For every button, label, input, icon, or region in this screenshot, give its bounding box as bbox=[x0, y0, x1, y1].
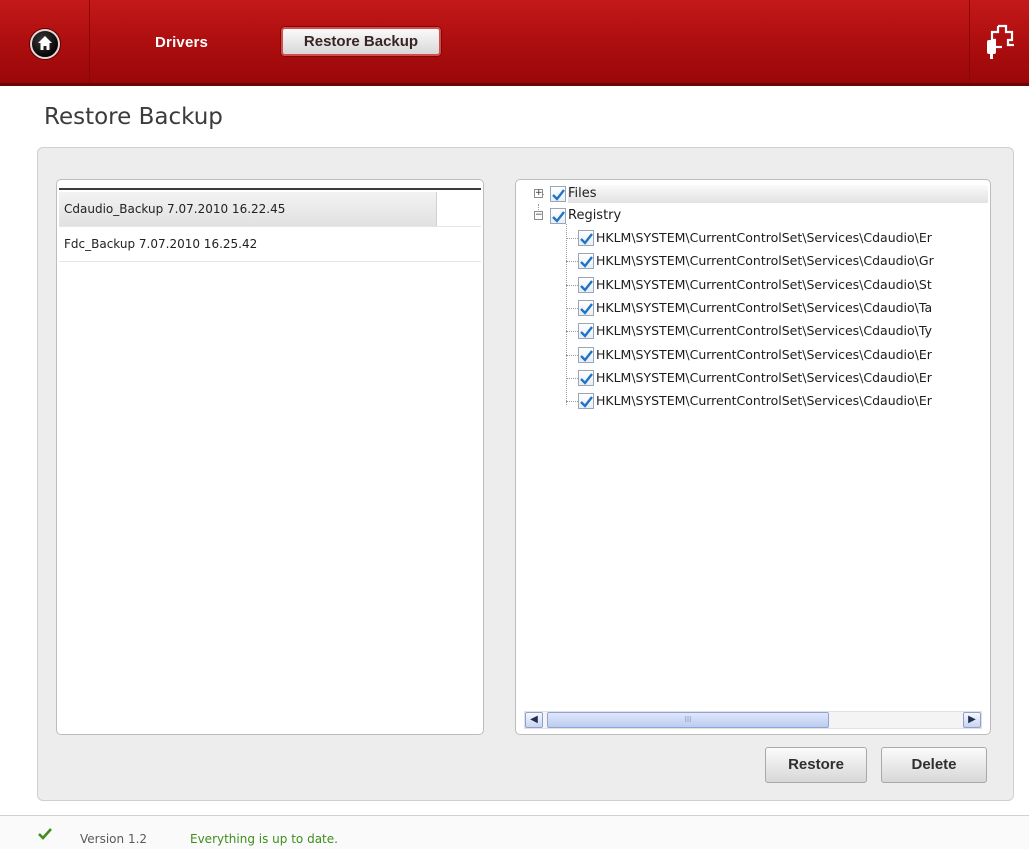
tree-connector bbox=[566, 307, 578, 309]
registry-key-checkbox[interactable] bbox=[578, 299, 594, 316]
registry-key-label: HKLM\SYSTEM\CurrentControlSet\Services\C… bbox=[596, 299, 933, 315]
tree-node-registry-key[interactable]: HKLM\SYSTEM\CurrentControlSet\Services\C… bbox=[578, 274, 988, 296]
tree-connector bbox=[566, 331, 578, 333]
tree-connector bbox=[566, 377, 578, 379]
status-message: Everything is up to date. bbox=[190, 832, 338, 846]
registry-key-label: HKLM\SYSTEM\CurrentControlSet\Services\C… bbox=[596, 369, 932, 385]
tree-connector bbox=[566, 401, 578, 403]
list-item[interactable]: Cdaudio_Backup 7.07.2010 16.22.45 bbox=[59, 192, 481, 227]
tree-node-label: Files bbox=[568, 186, 597, 201]
plug-cell bbox=[969, 0, 1029, 83]
registry-key-checkbox[interactable] bbox=[578, 393, 594, 410]
tree-node-registry-key[interactable]: HKLM\SYSTEM\CurrentControlSet\Services\C… bbox=[578, 344, 988, 366]
registry-key-label: HKLM\SYSTEM\CurrentControlSet\Services\C… bbox=[596, 230, 932, 245]
tree-connector bbox=[566, 354, 578, 356]
registry-key-checkbox[interactable] bbox=[578, 253, 594, 270]
registry-key-checkbox[interactable] bbox=[578, 276, 594, 293]
delete-button[interactable]: Delete bbox=[881, 747, 987, 783]
page-title: Restore Backup bbox=[44, 104, 223, 130]
tree-node-registry-key[interactable]: HKLM\SYSTEM\CurrentControlSet\Services\C… bbox=[578, 390, 988, 412]
nav-drivers[interactable]: Drivers bbox=[155, 34, 208, 51]
list-item-label: Cdaudio_Backup 7.07.2010 16.22.45 bbox=[64, 202, 286, 216]
main-panel: Cdaudio_Backup 7.07.2010 16.22.45 Fdc_Ba… bbox=[37, 147, 1014, 801]
restore-button[interactable]: Restore bbox=[765, 747, 867, 783]
tree-node-registry-key[interactable]: HKLM\SYSTEM\CurrentControlSet\Services\C… bbox=[578, 227, 988, 249]
tree-node-registry-key[interactable]: HKLM\SYSTEM\CurrentControlSet\Services\C… bbox=[578, 320, 988, 342]
tree-connector bbox=[566, 284, 578, 286]
version-label: Version 1.2 bbox=[80, 832, 148, 846]
tree-connector bbox=[566, 261, 578, 263]
collapse-minus-icon[interactable]: − bbox=[534, 211, 543, 220]
checkmark-icon bbox=[552, 189, 565, 201]
plug-icon[interactable] bbox=[984, 22, 1018, 62]
registry-key-checkbox[interactable] bbox=[578, 346, 594, 363]
registry-key-label: HKLM\SYSTEM\CurrentControlSet\Services\C… bbox=[596, 346, 932, 362]
backup-contents-tree[interactable]: + Files − Registry HKLM\SYSTEM\CurrentCo… bbox=[515, 179, 991, 735]
home-icon bbox=[38, 36, 52, 50]
tree-node-files[interactable]: + Files bbox=[524, 183, 984, 205]
list-header-divider bbox=[59, 188, 481, 190]
registry-key-label: HKLM\SYSTEM\CurrentControlSet\Services\C… bbox=[596, 276, 932, 292]
scroll-right-button[interactable]: ▶ bbox=[963, 712, 981, 728]
scroll-left-button[interactable]: ◀ bbox=[525, 712, 543, 728]
horizontal-scrollbar[interactable]: ◀ III ▶ bbox=[524, 711, 982, 729]
checkmark-icon bbox=[580, 233, 593, 245]
tree-node-registry-key[interactable]: HKLM\SYSTEM\CurrentControlSet\Services\C… bbox=[578, 367, 988, 389]
registry-key-label: HKLM\SYSTEM\CurrentControlSet\Services\C… bbox=[596, 253, 934, 269]
home-cell bbox=[0, 0, 90, 83]
registry-key-label: HKLM\SYSTEM\CurrentControlSet\Services\C… bbox=[596, 323, 932, 339]
checkmark-icon bbox=[580, 396, 593, 408]
tree-node-registry[interactable]: − Registry bbox=[524, 205, 984, 227]
checkmark-icon bbox=[552, 211, 565, 223]
status-bar: Version 1.2 Everything is up to date. bbox=[0, 815, 1029, 849]
backup-list[interactable]: Cdaudio_Backup 7.07.2010 16.22.45 Fdc_Ba… bbox=[56, 179, 484, 735]
tree-node-registry-key[interactable]: HKLM\SYSTEM\CurrentControlSet\Services\C… bbox=[578, 297, 988, 319]
checkmark-icon bbox=[580, 303, 593, 315]
tree-connector bbox=[566, 238, 578, 239]
registry-checkbox[interactable] bbox=[550, 208, 566, 224]
list-item[interactable]: Fdc_Backup 7.07.2010 16.25.42 bbox=[59, 227, 481, 262]
checkmark-icon bbox=[580, 256, 593, 269]
checkmark-icon bbox=[38, 828, 52, 840]
files-checkbox[interactable] bbox=[550, 186, 566, 202]
list-item-label: Fdc_Backup 7.07.2010 16.25.42 bbox=[64, 237, 258, 251]
checkmark-icon bbox=[580, 349, 593, 362]
home-button[interactable] bbox=[30, 29, 60, 59]
registry-key-checkbox[interactable] bbox=[578, 369, 594, 386]
expand-plus-icon[interactable]: + bbox=[534, 189, 543, 198]
scroll-thumb[interactable]: III bbox=[547, 712, 829, 728]
checkmark-icon bbox=[580, 373, 593, 385]
checkmark-icon bbox=[580, 326, 593, 338]
nav-restore-backup-tab[interactable]: Restore Backup bbox=[280, 26, 442, 57]
registry-key-label: HKLM\SYSTEM\CurrentControlSet\Services\C… bbox=[596, 393, 932, 409]
checkmark-icon bbox=[580, 279, 593, 292]
registry-key-checkbox[interactable] bbox=[578, 230, 594, 246]
top-nav-bar: Drivers Restore Backup bbox=[0, 0, 1029, 86]
tree-node-label: Registry bbox=[568, 208, 622, 223]
tree-node-registry-key[interactable]: HKLM\SYSTEM\CurrentControlSet\Services\C… bbox=[578, 250, 988, 272]
registry-key-checkbox[interactable] bbox=[578, 323, 594, 340]
